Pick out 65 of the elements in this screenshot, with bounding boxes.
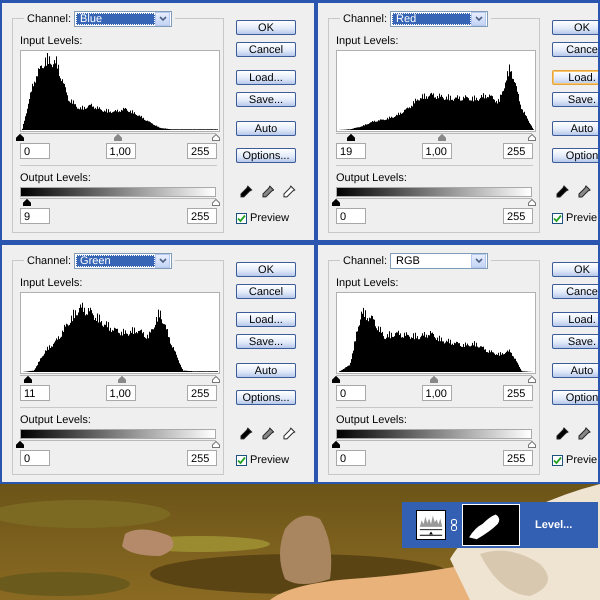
input-levels-label: Input Levels: — [20, 35, 84, 47]
dialog-button[interactable]: Option — [552, 148, 598, 163]
dialog-button[interactable]: OK — [236, 262, 296, 277]
channel-dropdown[interactable]: Blue — [74, 11, 172, 27]
number-field[interactable]: 1,00 — [106, 385, 136, 401]
dialog-button[interactable]: Options... — [236, 390, 296, 405]
channel-label: Channel: — [343, 255, 388, 267]
channel-label: Channel: — [27, 13, 72, 25]
number-field[interactable]: 255 — [503, 143, 533, 159]
preview-label: Previe — [566, 454, 598, 466]
dialog-button[interactable]: Cancel — [236, 284, 296, 299]
channel-dropdown[interactable]: Green — [74, 253, 172, 269]
output-levels-label: Output Levels: — [20, 172, 92, 184]
number-field[interactable]: 0 — [20, 450, 50, 466]
number-field[interactable]: 255 — [187, 208, 217, 224]
dialog-button[interactable]: Load. — [552, 312, 598, 327]
number-field[interactable]: 255 — [503, 450, 533, 466]
number-field[interactable]: 255 — [187, 143, 217, 159]
dialog-button[interactable]: Auto — [552, 121, 598, 136]
preview-label: Preview — [250, 212, 290, 224]
dialog-button[interactable]: Save... — [236, 92, 296, 107]
input-levels-label: Input Levels: — [336, 277, 400, 289]
number-field[interactable]: 255 — [503, 208, 533, 224]
number-field[interactable]: 0 — [336, 208, 366, 224]
output-levels-label: Output Levels: — [20, 414, 92, 426]
dialog-button[interactable]: Auto — [552, 363, 598, 378]
dialog-button[interactable]: Options... — [236, 148, 296, 163]
number-field[interactable]: 0 — [336, 385, 366, 401]
dialog-button[interactable]: OK — [236, 20, 296, 35]
input-levels-label: Input Levels: — [336, 35, 400, 47]
number-field[interactable]: 255 — [503, 385, 533, 401]
dialog-button[interactable]: OK — [552, 262, 598, 277]
input-levels-label: Input Levels: — [20, 277, 84, 289]
channel-dropdown[interactable]: Red — [390, 11, 488, 27]
dialog-button[interactable]: Cancel — [236, 42, 296, 57]
number-field[interactable]: 0 — [336, 450, 366, 466]
channel-label: Channel: — [343, 13, 388, 25]
output-levels-label: Output Levels: — [336, 172, 408, 184]
layer-row[interactable]: Level... — [402, 502, 598, 548]
number-field[interactable]: 255 — [187, 450, 217, 466]
dialog-button[interactable]: Save... — [236, 334, 296, 349]
channel-dropdown[interactable]: RGB — [390, 253, 488, 269]
output-levels-label: Output Levels: — [336, 414, 408, 426]
number-field[interactable]: 1,00 — [422, 385, 452, 401]
dialog-button[interactable]: Load... — [236, 70, 296, 85]
dialog-button[interactable]: Load... — [236, 312, 296, 327]
dialog-button[interactable]: Save. — [552, 92, 598, 107]
preview-label: Previe — [566, 212, 598, 224]
number-field[interactable]: 255 — [187, 385, 217, 401]
dialog-button[interactable]: Cance — [552, 42, 598, 57]
dialog-button[interactable]: Save. — [552, 334, 598, 349]
dialog-button[interactable]: Auto — [236, 363, 296, 378]
number-field[interactable]: 0 — [20, 143, 50, 159]
number-field[interactable]: 19 — [336, 143, 366, 159]
number-field[interactable]: 1,00 — [106, 143, 136, 159]
number-field[interactable]: 11 — [20, 385, 50, 401]
preview-label: Preview — [250, 454, 290, 466]
dialog-button[interactable]: OK — [552, 20, 598, 35]
number-field[interactable]: 1,00 — [422, 143, 452, 159]
dialog-button[interactable]: Load. — [552, 70, 598, 85]
number-field[interactable]: 9 — [20, 208, 50, 224]
dialog-button[interactable]: Auto — [236, 121, 296, 136]
dialog-button[interactable]: Option — [552, 390, 598, 405]
channel-label: Channel: — [27, 255, 72, 267]
dialog-button[interactable]: Cance — [552, 284, 598, 299]
